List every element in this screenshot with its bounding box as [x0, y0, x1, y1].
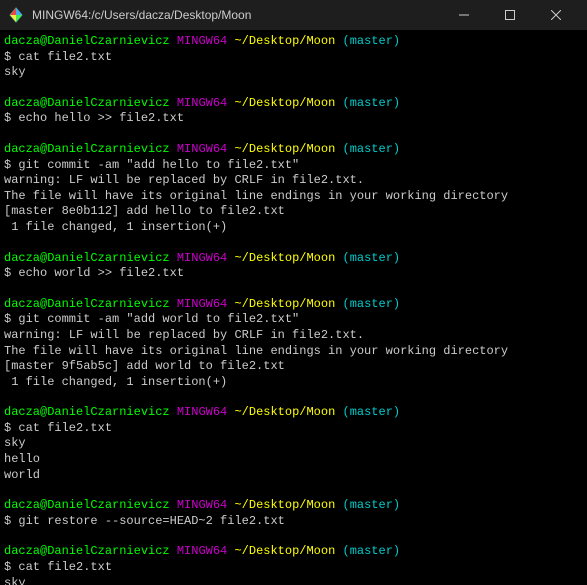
- command-line: $ git restore --source=HEAD~2 file2.txt: [4, 514, 583, 530]
- blank-line: [4, 282, 583, 297]
- blank-line: [4, 127, 583, 142]
- prompt-line: dacza@DanielCzarnievicz MINGW64 ~/Deskto…: [4, 96, 583, 112]
- prompt-line: dacza@DanielCzarnievicz MINGW64 ~/Deskto…: [4, 34, 583, 50]
- prompt-host: MINGW64: [177, 544, 227, 558]
- output-line: hello: [4, 452, 583, 468]
- prompt-user: dacza@DanielCzarnievicz: [4, 96, 170, 110]
- prompt-user: dacza@DanielCzarnievicz: [4, 405, 170, 419]
- prompt-path: ~/Desktop/Moon: [234, 498, 335, 512]
- output-line: 1 file changed, 1 insertion(+): [4, 375, 583, 391]
- output-line: [master 8e0b112] add hello to file2.txt: [4, 204, 583, 220]
- output-line: sky: [4, 65, 583, 81]
- prompt-path: ~/Desktop/Moon: [234, 251, 335, 265]
- prompt-user: dacza@DanielCzarnievicz: [4, 544, 170, 558]
- blank-line: [4, 81, 583, 96]
- prompt-branch: (master): [343, 34, 401, 48]
- output-line: [master 9f5ab5c] add world to file2.txt: [4, 359, 583, 375]
- terminal-window: MINGW64:/c/Users/dacza/Desktop/Moon dacz…: [0, 0, 587, 585]
- output-line: sky: [4, 436, 583, 452]
- prompt-branch: (master): [343, 142, 401, 156]
- prompt-branch: (master): [343, 544, 401, 558]
- prompt-line: dacza@DanielCzarnievicz MINGW64 ~/Deskto…: [4, 142, 583, 158]
- prompt-branch: (master): [343, 405, 401, 419]
- command-line: $ git commit -am "add world to file2.txt…: [4, 312, 583, 328]
- prompt-user: dacza@DanielCzarnievicz: [4, 297, 170, 311]
- output-line: 1 file changed, 1 insertion(+): [4, 220, 583, 236]
- prompt-path: ~/Desktop/Moon: [234, 96, 335, 110]
- prompt-branch: (master): [343, 96, 401, 110]
- command-line: $ echo world >> file2.txt: [4, 266, 583, 282]
- window-title: MINGW64:/c/Users/dacza/Desktop/Moon: [32, 8, 441, 22]
- output-line: The file will have its original line end…: [4, 344, 583, 360]
- prompt-branch: (master): [343, 498, 401, 512]
- close-button[interactable]: [533, 0, 579, 30]
- titlebar[interactable]: MINGW64:/c/Users/dacza/Desktop/Moon: [0, 0, 587, 30]
- prompt-line: dacza@DanielCzarnievicz MINGW64 ~/Deskto…: [4, 544, 583, 560]
- blank-line: [4, 483, 583, 498]
- window-controls: [441, 0, 579, 30]
- blank-line: [4, 236, 583, 251]
- terminal-body[interactable]: dacza@DanielCzarnievicz MINGW64 ~/Deskto…: [0, 30, 587, 585]
- prompt-line: dacza@DanielCzarnievicz MINGW64 ~/Deskto…: [4, 498, 583, 514]
- prompt-path: ~/Desktop/Moon: [234, 142, 335, 156]
- prompt-line: dacza@DanielCzarnievicz MINGW64 ~/Deskto…: [4, 251, 583, 267]
- prompt-user: dacza@DanielCzarnievicz: [4, 34, 170, 48]
- command-line: $ git commit -am "add hello to file2.txt…: [4, 158, 583, 174]
- prompt-line: dacza@DanielCzarnievicz MINGW64 ~/Deskto…: [4, 405, 583, 421]
- command-line: $ cat file2.txt: [4, 421, 583, 437]
- prompt-host: MINGW64: [177, 34, 227, 48]
- output-line: warning: LF will be replaced by CRLF in …: [4, 173, 583, 189]
- prompt-branch: (master): [343, 251, 401, 265]
- app-icon: [8, 7, 24, 23]
- prompt-user: dacza@DanielCzarnievicz: [4, 142, 170, 156]
- minimize-button[interactable]: [441, 0, 487, 30]
- prompt-host: MINGW64: [177, 142, 227, 156]
- output-line: warning: LF will be replaced by CRLF in …: [4, 328, 583, 344]
- output-line: The file will have its original line end…: [4, 189, 583, 205]
- command-line: $ cat file2.txt: [4, 560, 583, 576]
- command-line: $ cat file2.txt: [4, 50, 583, 66]
- prompt-host: MINGW64: [177, 96, 227, 110]
- output-line: sky: [4, 576, 583, 585]
- prompt-path: ~/Desktop/Moon: [234, 297, 335, 311]
- prompt-host: MINGW64: [177, 251, 227, 265]
- blank-line: [4, 390, 583, 405]
- prompt-host: MINGW64: [177, 297, 227, 311]
- prompt-host: MINGW64: [177, 498, 227, 512]
- prompt-user: dacza@DanielCzarnievicz: [4, 498, 170, 512]
- prompt-path: ~/Desktop/Moon: [234, 405, 335, 419]
- output-line: world: [4, 468, 583, 484]
- maximize-button[interactable]: [487, 0, 533, 30]
- prompt-host: MINGW64: [177, 405, 227, 419]
- prompt-branch: (master): [343, 297, 401, 311]
- command-line: $ echo hello >> file2.txt: [4, 111, 583, 127]
- prompt-user: dacza@DanielCzarnievicz: [4, 251, 170, 265]
- blank-line: [4, 529, 583, 544]
- prompt-line: dacza@DanielCzarnievicz MINGW64 ~/Deskto…: [4, 297, 583, 313]
- prompt-path: ~/Desktop/Moon: [234, 34, 335, 48]
- prompt-path: ~/Desktop/Moon: [234, 544, 335, 558]
